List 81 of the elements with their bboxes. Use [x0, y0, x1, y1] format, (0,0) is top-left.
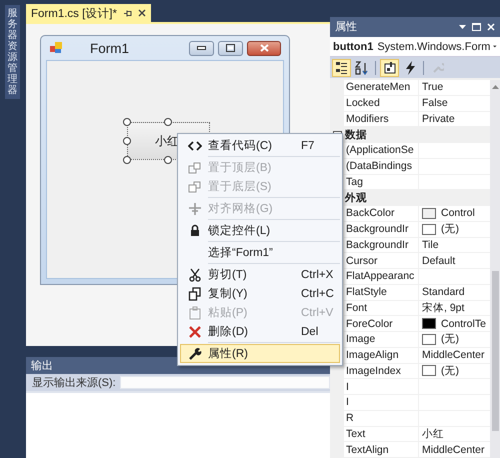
form-icon	[50, 42, 62, 54]
property-value[interactable]: ControlTe	[441, 318, 486, 330]
property-name[interactable]: Cursor	[344, 253, 419, 269]
wrench-icon	[431, 60, 444, 75]
property-value[interactable]: (无)	[441, 222, 459, 236]
property-name[interactable]: I	[344, 395, 419, 411]
menu-item[interactable]: 选择“Form1”	[180, 243, 340, 262]
sidebar-tab[interactable]: 服务器资源管理器	[5, 5, 20, 99]
property-name[interactable]: ForeColor	[344, 316, 419, 332]
toolbar-button[interactable]	[332, 58, 351, 77]
close-icon	[260, 44, 268, 52]
resize-handle[interactable]	[164, 118, 172, 126]
shortcut-label: Ctrl+C	[301, 288, 334, 300]
pin-icon[interactable]	[122, 8, 132, 18]
property-value[interactable]: Control	[441, 207, 475, 220]
menu-item[interactable]: 复制(Y) Ctrl+C	[180, 284, 340, 303]
shortcut-label: Del	[301, 326, 318, 338]
minimize-button[interactable]	[189, 40, 214, 56]
property-name[interactable]: ImageAlign	[344, 348, 419, 364]
categorized-icon	[335, 60, 348, 75]
property-name[interactable]: ImageIndex	[344, 364, 419, 380]
menu-item[interactable]: 剪切(T) Ctrl+X	[180, 265, 340, 284]
property-name[interactable]: BackgroundIr	[344, 222, 419, 238]
delete-icon	[188, 324, 202, 338]
shortcut-label: F7	[301, 140, 314, 152]
copy-icon	[188, 286, 202, 300]
align-icon	[188, 202, 202, 216]
scrollbar-thumb[interactable]	[492, 271, 498, 431]
wrench-icon	[188, 346, 202, 360]
form-title: Form1	[90, 40, 130, 56]
property-name[interactable]: Font	[344, 300, 419, 316]
close-button[interactable]	[247, 40, 281, 56]
scroll-up-icon[interactable]	[492, 85, 498, 89]
menu-item[interactable]: 删除(D) Del	[180, 322, 340, 341]
shortcut-label: Ctrl+V	[301, 306, 334, 318]
maximize-icon	[226, 44, 235, 52]
code-icon	[188, 138, 202, 152]
property-name[interactable]: I	[344, 379, 419, 395]
property-name[interactable]: Locked	[344, 96, 419, 112]
close-icon[interactable]	[138, 9, 146, 17]
property-value[interactable]: (无)	[441, 332, 459, 346]
object-selector[interactable]: button1 System.Windows.Form	[330, 36, 500, 58]
property-name[interactable]: FlatStyle	[344, 284, 419, 300]
layers-icon	[188, 160, 202, 174]
sort-icon	[355, 60, 368, 75]
source-label: 显示输出来源(S):	[32, 376, 116, 390]
scrollbar[interactable]	[490, 80, 500, 458]
property-value[interactable]: (无)	[441, 364, 459, 378]
scissors-icon	[188, 268, 202, 282]
property-name[interactable]: Text	[344, 426, 419, 442]
property-name[interactable]: FlatAppearanc	[344, 269, 419, 285]
minimize-icon	[197, 46, 206, 50]
document-tab[interactable]: Form1.cs [设计]*	[26, 4, 151, 22]
property-name[interactable]: BackColor	[344, 206, 419, 222]
menu-item[interactable]: 锁定控件(L)	[180, 221, 340, 240]
resize-handle[interactable]	[164, 156, 172, 164]
maximize-icon[interactable]	[472, 22, 481, 31]
category-label[interactable]: 外观	[344, 190, 490, 206]
shortcut-label: Ctrl+X	[301, 268, 334, 280]
property-name[interactable]: (ApplicationSe	[344, 143, 419, 159]
resize-handle[interactable]	[123, 137, 131, 145]
property-name[interactable]: TextAlign	[344, 442, 419, 458]
category-label[interactable]: 数据	[344, 127, 490, 143]
property-name[interactable]: R	[344, 410, 419, 426]
layers-icon	[188, 180, 202, 194]
lightning-icon	[403, 60, 416, 75]
dropdown-icon[interactable]	[459, 24, 466, 29]
dropdown-icon	[493, 45, 497, 48]
property-name[interactable]: BackgroundIr	[344, 238, 419, 254]
panel-title: 属性	[335, 20, 358, 34]
panel-title: 输出	[31, 359, 53, 373]
properties-icon	[383, 60, 396, 75]
menu-item[interactable]: 属性(R)	[180, 344, 340, 363]
property-name[interactable]: (DataBindings	[344, 158, 419, 174]
property-name[interactable]: GenerateMen	[344, 80, 419, 96]
clipboard-icon	[188, 306, 202, 320]
property-name[interactable]: Image	[344, 332, 419, 348]
resize-handle[interactable]	[123, 156, 131, 164]
maximize-button[interactable]	[218, 40, 243, 56]
toolbar-button[interactable]	[380, 58, 399, 77]
resize-handle[interactable]	[123, 118, 131, 126]
